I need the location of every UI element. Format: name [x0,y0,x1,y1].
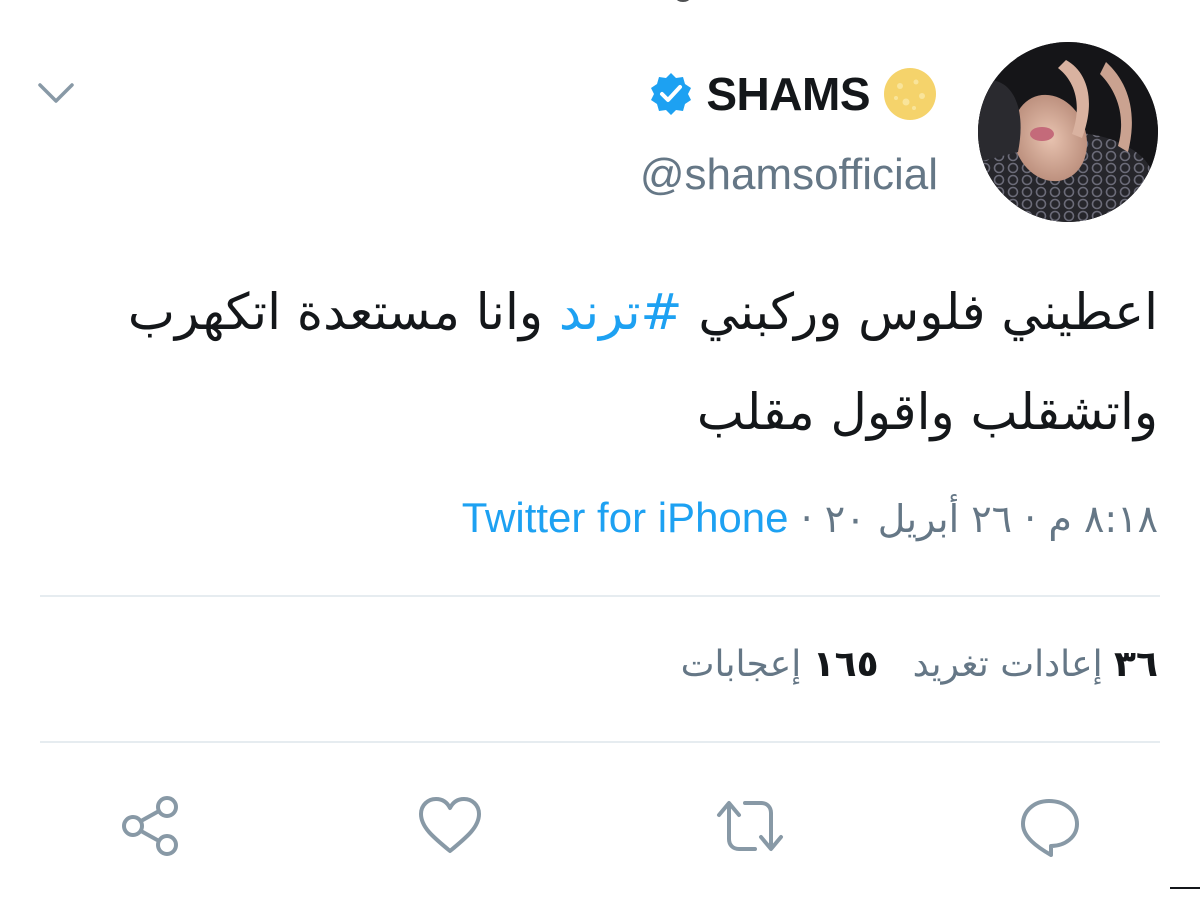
meta-separator: · [800,497,813,541]
tweet-metadata: ٨:١٨ م · ٢٦ أبريل ٢٠ · Twitter for iPhon… [462,494,1158,542]
retweets-count: ٣٦ [1114,644,1158,685]
avatar-photo [978,42,1158,222]
divider [40,595,1160,597]
tweet-stats: ٣٦ إعادات تغريد ١٦٥ إعجابات [681,644,1158,685]
divider [40,741,1160,743]
retweet-button[interactable] [710,786,790,866]
corner-mark [1170,887,1200,889]
tweet-menu-button[interactable] [36,78,76,108]
author-name-row[interactable]: SHAMS [648,64,938,124]
sun-emoji-icon [882,66,938,122]
reply-icon [1021,799,1079,857]
heart-icon [419,797,481,853]
retweets-stat[interactable]: ٣٦ إعادات تغريد [913,644,1158,685]
likes-label: إعجابات [680,644,802,685]
hashtag-link[interactable]: #ترند [559,283,683,341]
author-handle[interactable]: @shamsofficial [640,150,938,200]
tweet-detail-view: SHAMS @shamsofficial اعطيني فلوس وركبني … [0,0,1200,897]
reply-button[interactable] [1010,786,1090,866]
tweet-date: ٢٦ أبريل ٢٠ [824,497,1013,541]
likes-stat[interactable]: ١٦٥ إعجابات [681,644,879,685]
author-display-name: SHAMS [706,68,870,120]
share-icon [122,796,178,856]
retweets-label: إعادات تغريد [912,644,1103,685]
tweet-text-part: اعطيني فلوس وركبني [682,283,1158,341]
chevron-down-icon [38,83,74,103]
meta-separator: · [1024,497,1037,541]
like-button[interactable] [410,786,490,866]
tweet-source-link[interactable]: Twitter for iPhone [462,494,789,541]
verified-badge-icon [648,71,694,117]
action-bar [0,786,1200,866]
tweet-text: اعطيني فلوس وركبني #ترند وانا مستعدة اتك… [38,262,1158,462]
cropped-glyph [676,0,690,2]
tweet-time: ٨:١٨ م [1048,497,1158,541]
retweet-icon [717,801,783,851]
likes-count: ١٦٥ [812,644,879,685]
avatar[interactable] [978,42,1158,222]
share-button[interactable] [110,786,190,866]
